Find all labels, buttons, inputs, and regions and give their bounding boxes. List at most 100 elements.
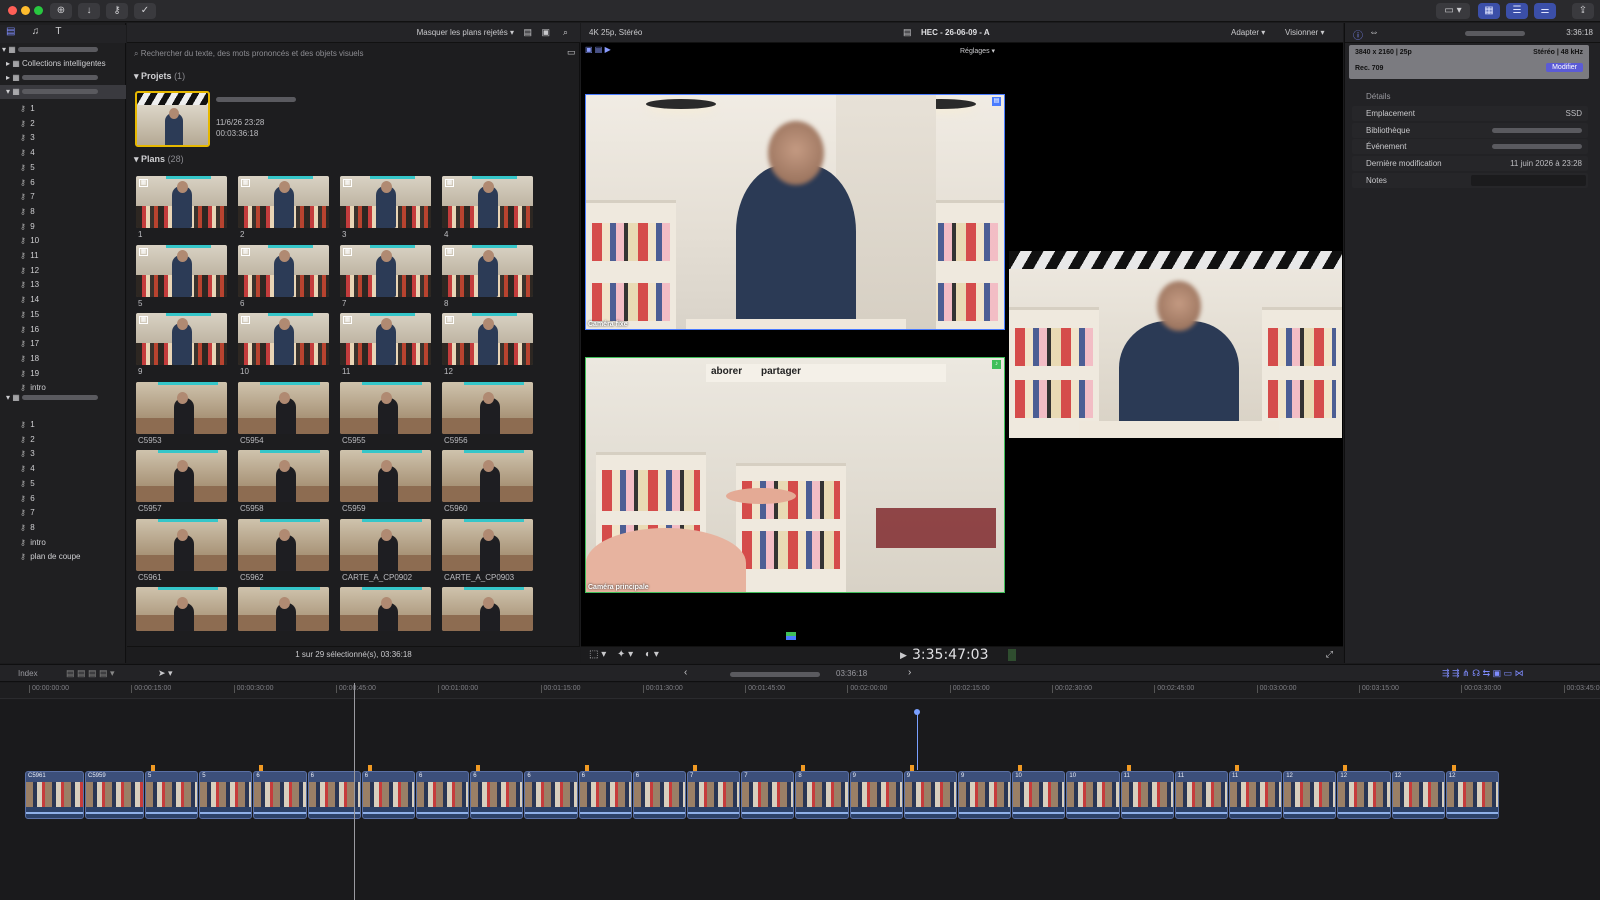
keyword-collection-item[interactable]: ⚷ 5: [0, 161, 126, 175]
fullscreen-icon[interactable]: ⤢: [1326, 649, 1333, 660]
marker-icon[interactable]: [151, 765, 155, 771]
marker-icon[interactable]: [909, 765, 914, 771]
layout-grid-icon[interactable]: ▦: [1478, 3, 1500, 19]
clip-thumbnail[interactable]: ▦: [442, 244, 533, 297]
timeline-clip[interactable]: 12: [1445, 771, 1499, 819]
keyword-collection-item[interactable]: ⚷ 1: [0, 102, 126, 116]
clip-thumbnail[interactable]: ▦: [340, 244, 431, 297]
clip-thumbnail[interactable]: ▦: [238, 244, 329, 297]
close-window-button[interactable]: [8, 6, 17, 15]
timeline-clip[interactable]: C5961: [25, 771, 84, 819]
keyword-collection-item[interactable]: ⚷ 5: [0, 477, 126, 491]
timeline-clip[interactable]: 12: [1337, 771, 1391, 819]
marker-icon[interactable]: [367, 765, 372, 771]
keyword-collection-item[interactable]: ⚷ 14: [0, 293, 126, 307]
clip-thumbnail[interactable]: [136, 450, 227, 502]
index-button[interactable]: Index: [18, 669, 38, 678]
keyword-collection-item[interactable]: ⚷ 10: [0, 234, 126, 248]
share-settings-icon[interactable]: ⇔: [1369, 27, 1379, 38]
clip-thumbnail[interactable]: ▦: [442, 176, 533, 228]
keyword-collection-item[interactable]: ⚷ 3: [0, 131, 126, 145]
keyword-collection-item[interactable]: ⚷ 6: [0, 176, 126, 190]
keyword-collection-item[interactable]: ⚷ 13: [0, 278, 126, 292]
timeline-clip[interactable]: 10: [1066, 771, 1120, 819]
event-row[interactable]: ▾ ▦: [0, 391, 126, 405]
display-icon[interactable]: ▭ ▾: [1436, 3, 1470, 19]
layout-tools-icon[interactable]: ⚌: [1534, 3, 1556, 19]
clip-thumbnail[interactable]: [238, 381, 329, 434]
checkmark-icon[interactable]: ✓: [134, 3, 156, 19]
angle-top[interactable]: ▤ Caméra fixe: [585, 94, 1005, 330]
keyword-collection-item[interactable]: ⚷ 9: [0, 220, 126, 234]
timeline-ruler[interactable]: 00:00:00:00 00:00:15:00 00:00:30:00 00:00:4…: [0, 683, 1600, 699]
clip-thumbnail[interactable]: [340, 587, 431, 631]
speed-icon[interactable]: ◐ ▾: [645, 649, 659, 660]
blurred-project-selector[interactable]: [730, 672, 820, 677]
timeline-clip[interactable]: 10: [1012, 771, 1066, 819]
inspector-detail-row[interactable]: Emplacement SSD: [1352, 106, 1588, 121]
clip-thumbnail[interactable]: ▦: [136, 176, 227, 228]
smart-collections-row[interactable]: ▸ ▦ Collections intelligentes: [0, 57, 126, 71]
inspector-detail-row[interactable]: Dernière modification 11 juin 2026 à 23:2…: [1352, 156, 1588, 172]
select-tool-icon[interactable]: ➤ ▾: [158, 668, 173, 679]
search-input[interactable]: Rechercher du texte, des mots prononcés …: [141, 49, 364, 58]
info-icon[interactable]: ⓘ: [1353, 27, 1363, 42]
timeline-view-icons[interactable]: ⇶ ⇶ ⋔ ☊ ⇆ ▣ ▭ ⋈: [1442, 668, 1524, 679]
enhance-icon[interactable]: ✦ ▾: [617, 649, 633, 660]
event-row-selected[interactable]: ▾ ▦: [0, 85, 126, 99]
minimize-window-button[interactable]: [21, 6, 30, 15]
keyword-collection-item[interactable]: ⚷ 19: [0, 367, 126, 381]
marker-icon[interactable]: [801, 765, 806, 771]
search-toggle-icon[interactable]: ⌕: [563, 27, 568, 38]
clip-appearance-icon[interactable]: ▣: [541, 27, 550, 38]
keyword-collection-item[interactable]: ⚷ 7: [0, 190, 126, 204]
angle-settings-dropdown[interactable]: Réglages ▾: [960, 47, 995, 55]
back-arrow-icon[interactable]: ‹: [684, 667, 687, 678]
clip-thumbnail[interactable]: [136, 518, 227, 571]
timeline-clip[interactable]: 6: [524, 771, 578, 819]
clip-thumbnail[interactable]: ▦: [442, 313, 533, 365]
marker-icon[interactable]: [693, 765, 697, 771]
forward-arrow-icon[interactable]: ›: [908, 667, 911, 678]
timeline-clip[interactable]: 6: [632, 771, 686, 819]
timeline-clip[interactable]: 6: [361, 771, 415, 819]
timeline-clip[interactable]: C5959: [85, 771, 144, 819]
project-thumbnail[interactable]: [135, 91, 210, 147]
timeline-clip[interactable]: 12: [1391, 771, 1445, 819]
timeline-clip[interactable]: 9: [849, 771, 903, 819]
list-view-icon[interactable]: ▤: [523, 27, 532, 38]
skimmer-handle[interactable]: [914, 709, 920, 715]
titles-icon[interactable]: T: [55, 26, 61, 37]
timeline-clip[interactable]: 5: [145, 771, 199, 819]
timeline-clip[interactable]: 7: [741, 771, 795, 819]
timeline-clip[interactable]: 12: [1283, 771, 1337, 819]
program-view[interactable]: [1009, 251, 1342, 438]
filter-dropdown[interactable]: Masquer les plans rejetés ▾: [417, 28, 514, 37]
keyword-collection-item[interactable]: ⚷ 11: [0, 249, 126, 263]
share-icon[interactable]: ⇪: [1572, 3, 1594, 19]
transform-icon[interactable]: ⬚ ▾: [589, 649, 606, 660]
clip-thumbnail[interactable]: [340, 518, 431, 571]
keyword-collection-item[interactable]: ⚷ 15: [0, 308, 126, 322]
import-icon[interactable]: ⊕: [50, 3, 72, 19]
keyword-collection-item[interactable]: ⚷ 2: [0, 117, 126, 131]
clip-thumbnail[interactable]: [238, 450, 329, 502]
inspector-detail-row[interactable]: Bibliothèque: [1352, 122, 1588, 138]
layout-list-icon[interactable]: ☰: [1506, 3, 1528, 19]
marker-icon[interactable]: [1451, 765, 1456, 771]
play-icon[interactable]: ▶: [900, 650, 907, 661]
keyword-collection-item[interactable]: ⚷ 3: [0, 447, 126, 461]
timeline-clip[interactable]: 7: [687, 771, 741, 819]
clip-thumbnail[interactable]: [238, 587, 329, 631]
clip-thumbnail[interactable]: ▦: [340, 313, 431, 365]
angle-view-icons[interactable]: ▣ ▤ ▶: [585, 45, 611, 54]
view-dropdown[interactable]: Visionner ▾: [1285, 28, 1324, 37]
clip-thumbnail[interactable]: [238, 518, 329, 571]
keyword-collection-item[interactable]: ⚷ 7: [0, 506, 126, 520]
keyword-collection-item[interactable]: ⚷ 4: [0, 146, 126, 160]
keyword-collection-item[interactable]: ⚷ 8: [0, 521, 126, 535]
library-icon[interactable]: ▤: [6, 26, 15, 37]
fit-dropdown[interactable]: Adapter ▾: [1231, 28, 1265, 37]
marker-icon[interactable]: [1343, 765, 1348, 771]
search-field[interactable]: ⌕ Rechercher du texte, des mots prononcé…: [134, 47, 564, 61]
